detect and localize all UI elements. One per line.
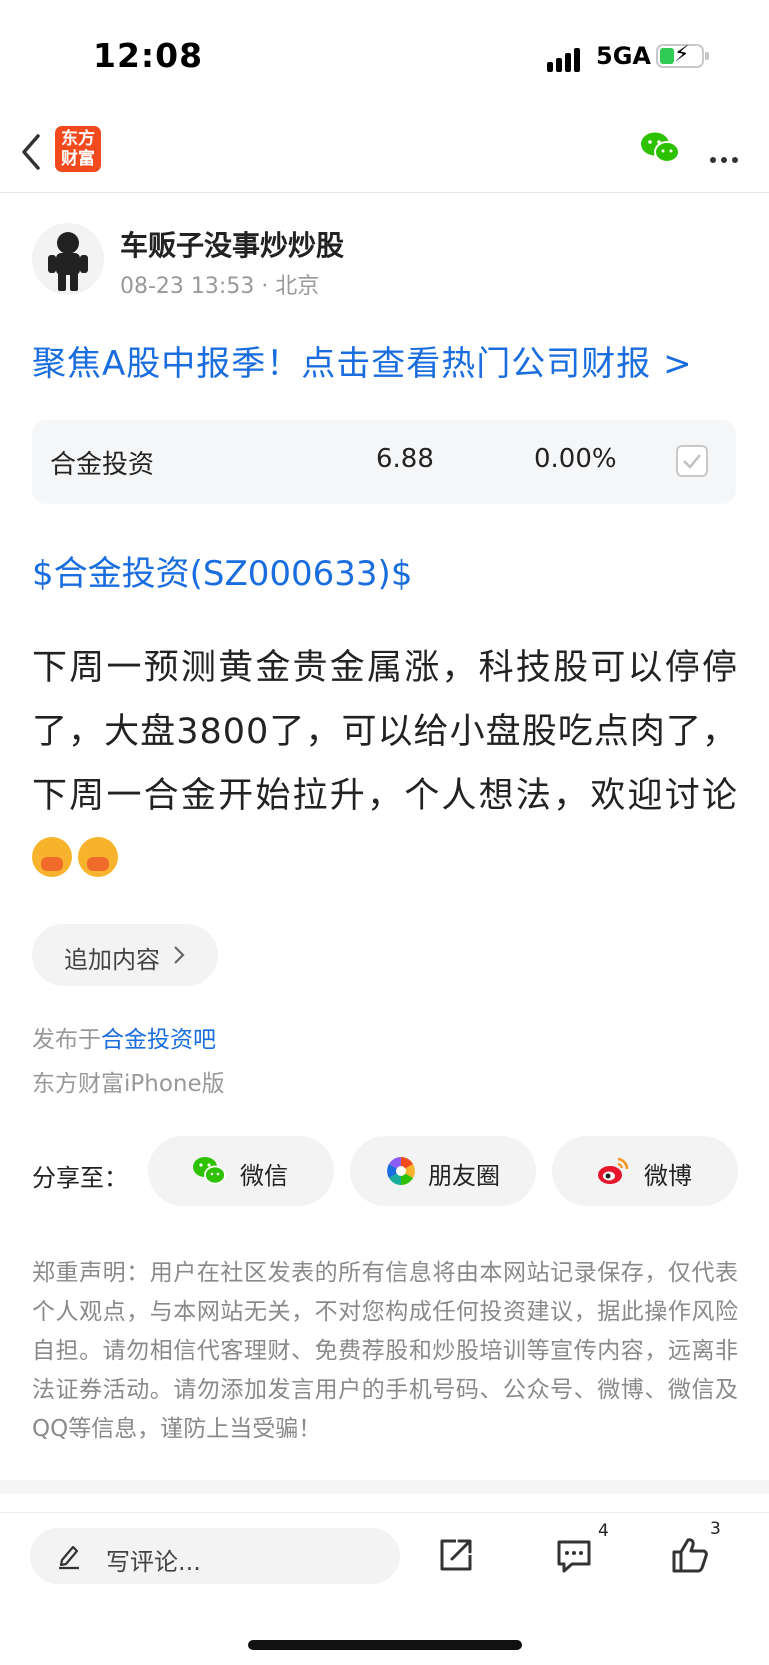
forum-bar-link[interactable]: 合金投资吧 — [101, 1027, 216, 1053]
published-prefix: 发布于 — [32, 1027, 101, 1053]
disclaimer-text: 郑重声明：用户在社区发表的所有信息将由本网站记录保存，仅代表个人观点，与本网站无… — [32, 1260, 738, 1442]
app-logo[interactable]: 东方 财富 — [55, 126, 101, 172]
author-header: 车贩子没事炒炒股 08-23 13:53 · 北京 — [32, 218, 732, 299]
share-weibo-button[interactable]: 微博 — [552, 1136, 738, 1206]
comment-icon[interactable] — [554, 1535, 594, 1575]
wechat-icon — [193, 1157, 226, 1185]
battery-icon: ⚡ — [656, 42, 709, 68]
share-weibo-label: 微博 — [644, 1162, 692, 1190]
share-row: 分享至： 微信 朋友圈 微博 — [0, 1136, 769, 1208]
post-content: 下周一预测黄金贵金属涨，科技股可以停停了，大盘3800了，可以给小盘股吃点肉了，… — [32, 636, 738, 892]
share-wechat-button[interactable]: 微信 — [148, 1136, 334, 1206]
back-button[interactable] — [14, 124, 58, 176]
nav-bar: 东方 财富 — [0, 110, 769, 193]
comment-count: 4 — [598, 1521, 609, 1541]
share-moments-button[interactable]: 朋友圈 — [350, 1136, 536, 1206]
logo-text-bottom: 财富 — [61, 149, 95, 169]
stock-quote-card[interactable]: 合金投资 6.88 0.00% — [32, 420, 736, 504]
signal-icon — [547, 46, 587, 72]
add-content-button[interactable]: 追加内容 — [32, 924, 218, 986]
share-label: 分享至： — [32, 1164, 128, 1192]
like-count: 3 — [710, 1519, 721, 1539]
more-options-icon[interactable] — [710, 148, 743, 167]
section-divider — [0, 1480, 769, 1494]
status-time: 12:08 — [93, 36, 204, 75]
avatar[interactable] — [32, 223, 104, 295]
stock-change: 0.00% — [534, 444, 617, 474]
share-moments-label: 朋友圈 — [428, 1162, 500, 1190]
check-icon — [683, 454, 701, 469]
status-bar: 12:08 5GA ⚡ — [0, 0, 769, 110]
published-in: 发布于合金投资吧 — [32, 1020, 216, 1054]
comment-placeholder: 写评论... — [106, 1548, 201, 1576]
back-arrow-icon — [22, 134, 40, 170]
stock-name: 合金投资 — [50, 450, 155, 480]
weibo-icon — [598, 1157, 629, 1184]
network-label: 5GA — [596, 42, 651, 70]
logo-text-top: 东方 — [61, 129, 95, 149]
moments-icon — [387, 1157, 415, 1185]
shush-emoji-icon — [78, 837, 118, 877]
earnings-promo-link[interactable]: 聚焦A股中报季！点击查看热门公司财报 > — [32, 336, 693, 385]
share-wechat-label: 微信 — [240, 1162, 288, 1190]
author-name[interactable]: 车贩子没事炒炒股 — [120, 224, 344, 264]
add-content-label: 追加内容 — [64, 946, 160, 974]
shush-emoji-icon — [32, 837, 72, 877]
comment-input[interactable]: 写评论... — [30, 1528, 400, 1584]
post-text: 下周一预测黄金贵金属涨，科技股可以停停了，大盘3800了，可以给小盘股吃点肉了，… — [32, 648, 738, 816]
pencil-icon — [59, 1545, 79, 1570]
chevron-right-icon — [174, 946, 185, 964]
add-watchlist-checkbox[interactable] — [676, 445, 708, 477]
stock-tag-link[interactable]: $合金投资(SZ000633)$ — [32, 546, 412, 595]
like-icon[interactable] — [670, 1535, 710, 1575]
bottom-action-bar: 写评论... 4 3 — [0, 1512, 769, 1599]
post-meta: 08-23 13:53 · 北京 — [120, 274, 320, 299]
post-device: 东方财富iPhone版 — [32, 1071, 225, 1097]
home-indicator[interactable] — [248, 1640, 522, 1650]
stock-price: 6.88 — [376, 444, 434, 474]
wechat-share-icon[interactable] — [640, 130, 680, 166]
share-icon[interactable] — [436, 1535, 476, 1575]
